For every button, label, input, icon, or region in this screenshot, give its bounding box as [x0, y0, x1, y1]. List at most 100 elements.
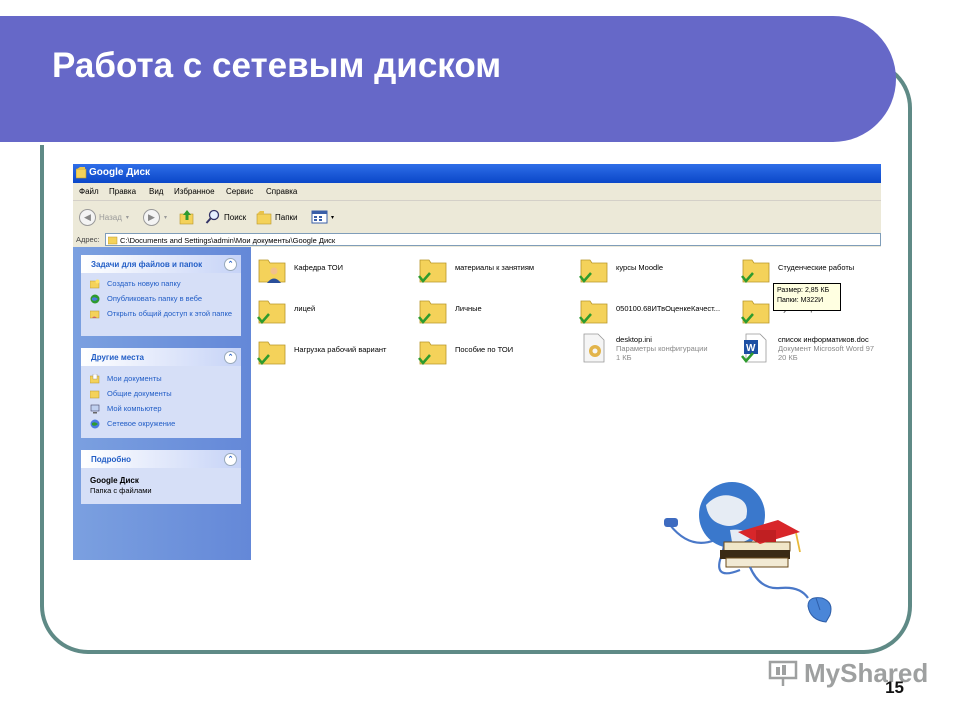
views-button[interactable]: ▾ — [311, 207, 334, 227]
file-item[interactable]: desktop.ini Параметры конфигурации 1 КБ — [578, 332, 738, 370]
menu-help[interactable]: Справка — [266, 187, 297, 196]
file-name: Студенческие работы — [778, 263, 855, 272]
menu-file[interactable]: Файл — [79, 187, 99, 196]
file-name: 050100.68ИТвОценкеКачест... — [616, 304, 721, 313]
back-button[interactable]: ◀ Назад ▾ — [79, 207, 129, 227]
file-item[interactable]: Нагрузка рабочий вариант — [256, 336, 416, 374]
place-label: Мой компьютер — [107, 404, 162, 413]
tasks-panel: Задачи для файлов и папок ⌃ Создать нову… — [81, 255, 241, 336]
place-label: Мои документы — [107, 374, 162, 383]
file-item[interactable]: W список информатиков.doc Документ Micro… — [740, 332, 881, 370]
window-title: Google Диск — [89, 167, 151, 178]
file-item[interactable]: лицей — [256, 295, 416, 333]
new-folder-icon — [90, 279, 100, 289]
watermark-logo: MyShared — [768, 658, 928, 690]
details-panel-title: Подробно — [91, 455, 132, 464]
folder-icon — [579, 259, 608, 283]
search-button[interactable]: Поиск — [205, 207, 246, 227]
dropdown-arrow-icon: ▾ — [331, 214, 335, 221]
places-panel-title: Другие места — [91, 353, 144, 362]
folder-icon — [108, 236, 118, 245]
file-item[interactable]: Пособие по ТОИ — [417, 336, 577, 374]
folder-icon — [418, 300, 447, 324]
search-label: Поиск — [224, 212, 247, 222]
task-label: Открыть общий доступ к этой папке — [107, 309, 233, 318]
file-name: Пособие по ТОИ — [455, 345, 514, 354]
address-field[interactable]: C:\Documents and Settings\admin\Мои доку… — [105, 233, 881, 246]
file-type: Документ Microsoft Word 97 — [778, 344, 875, 353]
folder-icon — [90, 390, 100, 399]
address-label: Адрес: — [76, 235, 100, 244]
menu-tools[interactable]: Сервис — [226, 187, 253, 196]
folders-label: Папки — [275, 212, 298, 222]
search-icon — [205, 209, 220, 224]
svg-text:W: W — [746, 343, 756, 354]
task-label: Создать новую папку — [107, 279, 181, 288]
folder-icon — [741, 259, 770, 283]
views-icon — [311, 210, 328, 224]
file-item[interactable]: курсы Moodle — [578, 254, 738, 292]
dropdown-arrow-icon: ▾ — [164, 214, 168, 221]
menu-view[interactable]: Вид — [149, 187, 163, 196]
folders-icon — [256, 211, 272, 225]
file-name: материалы к занятиям — [455, 263, 535, 272]
folder-icon — [579, 300, 608, 324]
window-titlebar[interactable]: Google Диск — [73, 164, 881, 183]
file-item[interactable]: Кафедра ТОИ — [256, 254, 416, 292]
file-item[interactable]: 050100.68ИТвОценкеКачест... — [578, 295, 738, 333]
file-name: лицей — [294, 304, 316, 313]
tasks-panel-title: Задачи для файлов и папок — [91, 260, 203, 269]
places-panel-header[interactable]: Другие места ⌃ — [81, 348, 241, 366]
menu-favorites[interactable]: Избранное — [174, 187, 215, 196]
folder-icon — [418, 259, 447, 283]
collapse-icon[interactable]: ⌃ — [224, 258, 237, 271]
page-number: 15 — [885, 678, 904, 697]
documents-folder-icon — [90, 374, 100, 384]
settings-file-icon — [583, 333, 605, 363]
file-item[interactable]: материалы к занятиям — [417, 254, 577, 292]
word-document-icon: W — [741, 333, 767, 363]
network-icon — [90, 419, 100, 429]
place-label: Сетевое окружение — [107, 419, 176, 428]
details-panel-header[interactable]: Подробно ⌃ — [81, 450, 241, 468]
task-pane: Задачи для файлов и папок ⌃ Создать нову… — [73, 247, 251, 560]
tasks-panel-header[interactable]: Задачи для файлов и папок ⌃ — [81, 255, 241, 273]
folders-button[interactable]: Папки — [256, 207, 298, 227]
tooltip-size: Размер: 2,85 КБ — [777, 287, 830, 294]
slide-title: Работа с сетевым диском — [52, 46, 502, 85]
file-item[interactable]: Личные — [417, 295, 577, 333]
details-name: Google Диск — [90, 476, 139, 485]
menu-edit[interactable]: Правка — [109, 187, 136, 196]
forward-arrow-icon: ▶ — [143, 208, 160, 226]
folder-icon — [741, 300, 770, 324]
file-size: 20 КБ — [778, 353, 798, 362]
folder-icon — [76, 167, 87, 179]
collapse-icon[interactable]: ⌃ — [224, 351, 237, 364]
file-name: Нагрузка рабочий вариант — [294, 345, 387, 354]
file-tooltip: Размер: 2,85 КБ Папки: М322И — [773, 283, 841, 311]
place-label: Общие документы — [107, 389, 172, 398]
folder-icon — [257, 341, 286, 365]
back-arrow-icon: ◀ — [79, 208, 96, 226]
computer-icon — [90, 404, 100, 414]
file-info: desktop.ini Параметры конфигурации 1 КБ — [616, 335, 740, 362]
tooltip-folders: Папки: М322И — [777, 297, 824, 304]
collapse-icon[interactable]: ⌃ — [224, 453, 237, 466]
watermark-text: MyShared — [804, 658, 929, 688]
address-value: C:\Documents and Settings\admin\Мои доку… — [120, 236, 336, 245]
folder-icon — [418, 341, 447, 365]
details-type: Папка с файлами — [90, 486, 152, 495]
file-size: 1 КБ — [616, 353, 632, 362]
banner-underline — [0, 142, 848, 145]
folder-icon — [257, 300, 286, 324]
toolbar: ◀ Назад ▾ ▶ ▾ Поиск Папки ▾ — [73, 200, 881, 234]
forward-button[interactable]: ▶ ▾ — [143, 207, 167, 227]
file-type: Параметры конфигурации — [616, 344, 708, 353]
share-folder-icon — [90, 310, 100, 319]
up-button[interactable] — [179, 207, 195, 227]
task-label: Опубликовать папку в вебе — [107, 294, 203, 303]
shared-folder-icon — [258, 259, 286, 283]
file-name: Кафедра ТОИ — [294, 263, 343, 272]
presentation-board-icon — [768, 660, 798, 686]
globe-icon — [90, 294, 100, 304]
